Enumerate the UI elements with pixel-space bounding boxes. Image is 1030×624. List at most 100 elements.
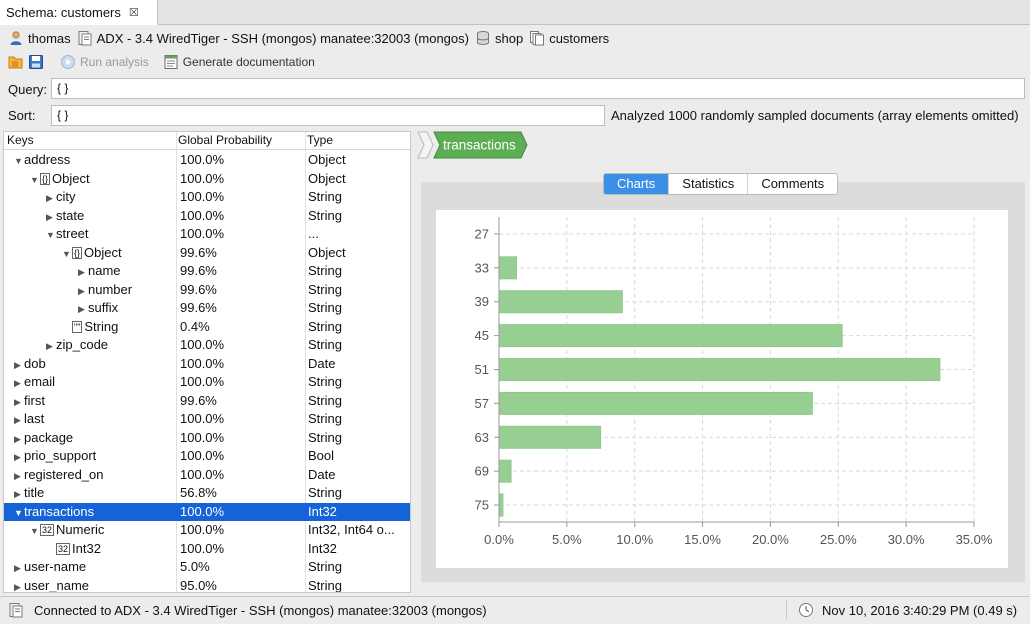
- sort-value: { }: [57, 108, 69, 122]
- collapsed-arrow-icon[interactable]: ▶: [14, 378, 24, 389]
- histogram-bar[interactable]: [498, 459, 512, 483]
- table-row[interactable]: ▶ name 99.6% String: [4, 262, 410, 281]
- histogram-bar[interactable]: [498, 425, 602, 449]
- table-row[interactable]: ▶ number 99.6% String: [4, 281, 410, 300]
- key-cell: ▶ city: [46, 189, 76, 204]
- key-cell: ▼address: [14, 152, 70, 167]
- type-cell: Int32: [308, 503, 337, 519]
- collapsed-arrow-icon[interactable]: ▶: [46, 212, 56, 223]
- type-cell: String: [308, 559, 342, 574]
- collapsed-arrow-icon[interactable]: ▶: [46, 341, 56, 352]
- generate-documentation-button[interactable]: Generate documentation: [163, 54, 315, 70]
- tab-statistics[interactable]: Statistics: [669, 174, 749, 194]
- expanded-arrow-icon[interactable]: ▼: [30, 175, 40, 185]
- x-tick-label: 30.0%: [888, 532, 925, 547]
- key-name: state: [56, 207, 85, 223]
- tab-comments[interactable]: Comments: [748, 174, 837, 194]
- type-cell: String: [308, 411, 342, 426]
- histogram-bar[interactable]: [498, 391, 813, 415]
- collapsed-arrow-icon[interactable]: ▶: [14, 471, 24, 482]
- col-header-keys[interactable]: Keys: [7, 133, 34, 147]
- table-row[interactable]: "" String 0.4% String: [4, 318, 410, 337]
- table-row[interactable]: ▶ last 100.0% String: [4, 410, 410, 429]
- table-row[interactable]: ▶ state 100.0% String: [4, 207, 410, 226]
- table-row[interactable]: ▼transactions 100.0% Int32: [4, 502, 410, 521]
- probability-cell: 5.0%: [180, 559, 210, 574]
- save-icon[interactable]: [28, 54, 44, 70]
- tab-schema-customers[interactable]: Schema: customers ☒: [0, 0, 158, 25]
- run-analysis-label: Run analysis: [80, 55, 149, 69]
- table-row[interactable]: 32 Int32 100.0% Int32: [4, 540, 410, 559]
- table-row[interactable]: ▶ registered_on 100.0% Date: [4, 466, 410, 485]
- key-cell: ▶ prio_support: [14, 448, 96, 463]
- collapsed-arrow-icon[interactable]: ▶: [78, 304, 88, 315]
- histogram-bar[interactable]: [498, 290, 623, 314]
- x-tick-label: 10.0%: [616, 532, 653, 547]
- crumb-collection-label: customers: [549, 30, 610, 46]
- key-name: city: [56, 189, 76, 204]
- table-row[interactable]: ▶ user_name 95.0% String: [4, 577, 410, 593]
- collapsed-arrow-icon[interactable]: ▶: [46, 193, 56, 204]
- histogram-bar[interactable]: [498, 358, 941, 381]
- type-cell: Int32, Int64 o...: [308, 522, 395, 537]
- table-row[interactable]: ▼street 100.0%...: [4, 225, 410, 244]
- key-cell: ▶ email: [14, 374, 55, 389]
- table-row[interactable]: ▶ prio_support 100.0% Bool: [4, 447, 410, 466]
- table-row[interactable]: ▼ 32 Numeric 100.0% Int32, Int64 o...: [4, 521, 410, 540]
- collapsed-arrow-icon[interactable]: ▶: [14, 434, 24, 445]
- collapsed-arrow-icon[interactable]: ▶: [14, 452, 24, 463]
- histogram-bar[interactable]: [498, 324, 843, 348]
- key-cell: 32 Int32: [46, 541, 101, 556]
- table-row[interactable]: ▼{} Object 99.6% Object: [4, 244, 410, 263]
- collapsed-arrow-icon[interactable]: ▶: [14, 563, 24, 574]
- crumb-collection[interactable]: customers: [529, 30, 609, 46]
- key-name: suffix: [88, 300, 119, 315]
- table-row[interactable]: ▶ suffix 99.6% String: [4, 299, 410, 318]
- table-row[interactable]: ▶ zip_code 100.0% String: [4, 336, 410, 355]
- table-row[interactable]: ▶ city 100.0% String: [4, 188, 410, 207]
- key-cell: ▶ dob: [14, 356, 46, 371]
- expanded-arrow-icon[interactable]: ▼: [14, 508, 24, 518]
- key-cell: ▶ user_name: [14, 578, 89, 593]
- table-row[interactable]: ▶ user-name 5.0% String: [4, 558, 410, 577]
- table-row[interactable]: ▼{} Object 100.0% Object: [4, 170, 410, 189]
- table-row[interactable]: ▶ package 100.0% String: [4, 429, 410, 448]
- crumb-database[interactable]: shop: [475, 30, 523, 46]
- probability-cell: 100.0%: [180, 448, 225, 463]
- expanded-arrow-icon[interactable]: ▼: [30, 526, 40, 536]
- tab-charts[interactable]: Charts: [604, 174, 670, 194]
- document-icon: [164, 55, 178, 69]
- collapsed-arrow-icon[interactable]: ▶: [14, 582, 24, 593]
- type-cell: String: [308, 577, 342, 593]
- crumb-user[interactable]: thomas: [8, 30, 71, 46]
- path-root-chevron[interactable]: [417, 131, 434, 159]
- run-analysis-button[interactable]: Run analysis: [60, 54, 149, 70]
- collapsed-arrow-icon[interactable]: ▶: [14, 489, 24, 500]
- open-folder-icon[interactable]: [8, 54, 24, 70]
- probability-cell: 0.4%: [180, 318, 210, 334]
- col-header-global-probability[interactable]: Global Probability: [178, 133, 272, 147]
- collapsed-arrow-icon[interactable]: ▶: [78, 267, 88, 278]
- close-x-icon[interactable]: ☒: [129, 6, 139, 19]
- table-row[interactable]: ▶ dob 100.0% Date: [4, 355, 410, 374]
- expanded-arrow-icon[interactable]: ▼: [46, 230, 56, 240]
- collapsed-arrow-icon[interactable]: ▶: [14, 415, 24, 426]
- type-cell: String: [308, 300, 342, 315]
- collapsed-arrow-icon[interactable]: ▶: [78, 286, 88, 297]
- query-input[interactable]: { }: [51, 78, 1025, 99]
- histogram-bar[interactable]: [498, 256, 517, 280]
- connection-breadcrumb: thomas ADX - 3.4 WiredTiger - SSH (mongo…: [0, 27, 1030, 49]
- x-tick-label: 25.0%: [820, 532, 857, 547]
- collapsed-arrow-icon[interactable]: ▶: [14, 360, 24, 371]
- table-row[interactable]: ▶ email 100.0% String: [4, 373, 410, 392]
- table-row[interactable]: ▶ title 56.8% String: [4, 484, 410, 503]
- crumb-connection[interactable]: ADX - 3.4 WiredTiger - SSH (mongos) mana…: [77, 30, 469, 46]
- collapsed-arrow-icon[interactable]: ▶: [14, 397, 24, 408]
- histogram-bar[interactable]: [498, 493, 504, 517]
- col-header-type[interactable]: Type: [307, 133, 333, 147]
- sort-input[interactable]: { }: [51, 105, 605, 126]
- expanded-arrow-icon[interactable]: ▼: [62, 249, 72, 259]
- table-row[interactable]: ▼address 100.0% Object: [4, 151, 410, 170]
- table-row[interactable]: ▶ first 99.6% String: [4, 392, 410, 411]
- expanded-arrow-icon[interactable]: ▼: [14, 156, 24, 166]
